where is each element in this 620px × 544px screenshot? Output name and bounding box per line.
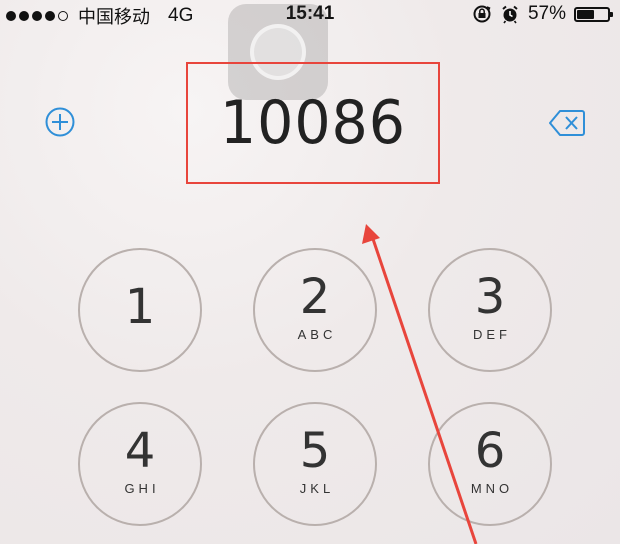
key-digit: 4 bbox=[124, 422, 156, 479]
battery-fill bbox=[577, 9, 594, 19]
key-letters: DEF bbox=[473, 326, 511, 342]
battery-percent: 57% bbox=[527, 3, 566, 24]
rotation-lock-icon bbox=[473, 5, 491, 23]
key-letters: MNO bbox=[470, 480, 514, 496]
dialed-number: 10086 bbox=[219, 88, 407, 158]
key-digit: 3 bbox=[474, 268, 506, 325]
key-2[interactable]: 2 ABC bbox=[253, 248, 377, 372]
key-digit: 2 bbox=[299, 268, 331, 325]
plus-circle-icon[interactable] bbox=[42, 104, 78, 140]
backspace-icon[interactable] bbox=[548, 108, 586, 138]
key-digit: 1 bbox=[124, 279, 156, 335]
alarm-icon bbox=[502, 5, 518, 24]
key-1[interactable]: 1 bbox=[78, 248, 202, 372]
key-6[interactable]: 6 MNO bbox=[428, 402, 552, 526]
key-letters: GHI bbox=[124, 480, 160, 496]
key-3[interactable]: 3 DEF bbox=[428, 248, 552, 372]
battery-icon bbox=[574, 6, 613, 22]
key-5[interactable]: 5 JKL bbox=[253, 402, 377, 526]
key-letters: JKL bbox=[299, 480, 335, 496]
key-4[interactable]: 4 GHI bbox=[78, 402, 202, 526]
dialed-number-display: 10086 bbox=[186, 62, 440, 184]
key-digit: 6 bbox=[474, 422, 506, 479]
status-right: 57% bbox=[472, 3, 613, 25]
key-digit: 5 bbox=[299, 422, 331, 479]
key-letters: ABC bbox=[297, 326, 337, 342]
